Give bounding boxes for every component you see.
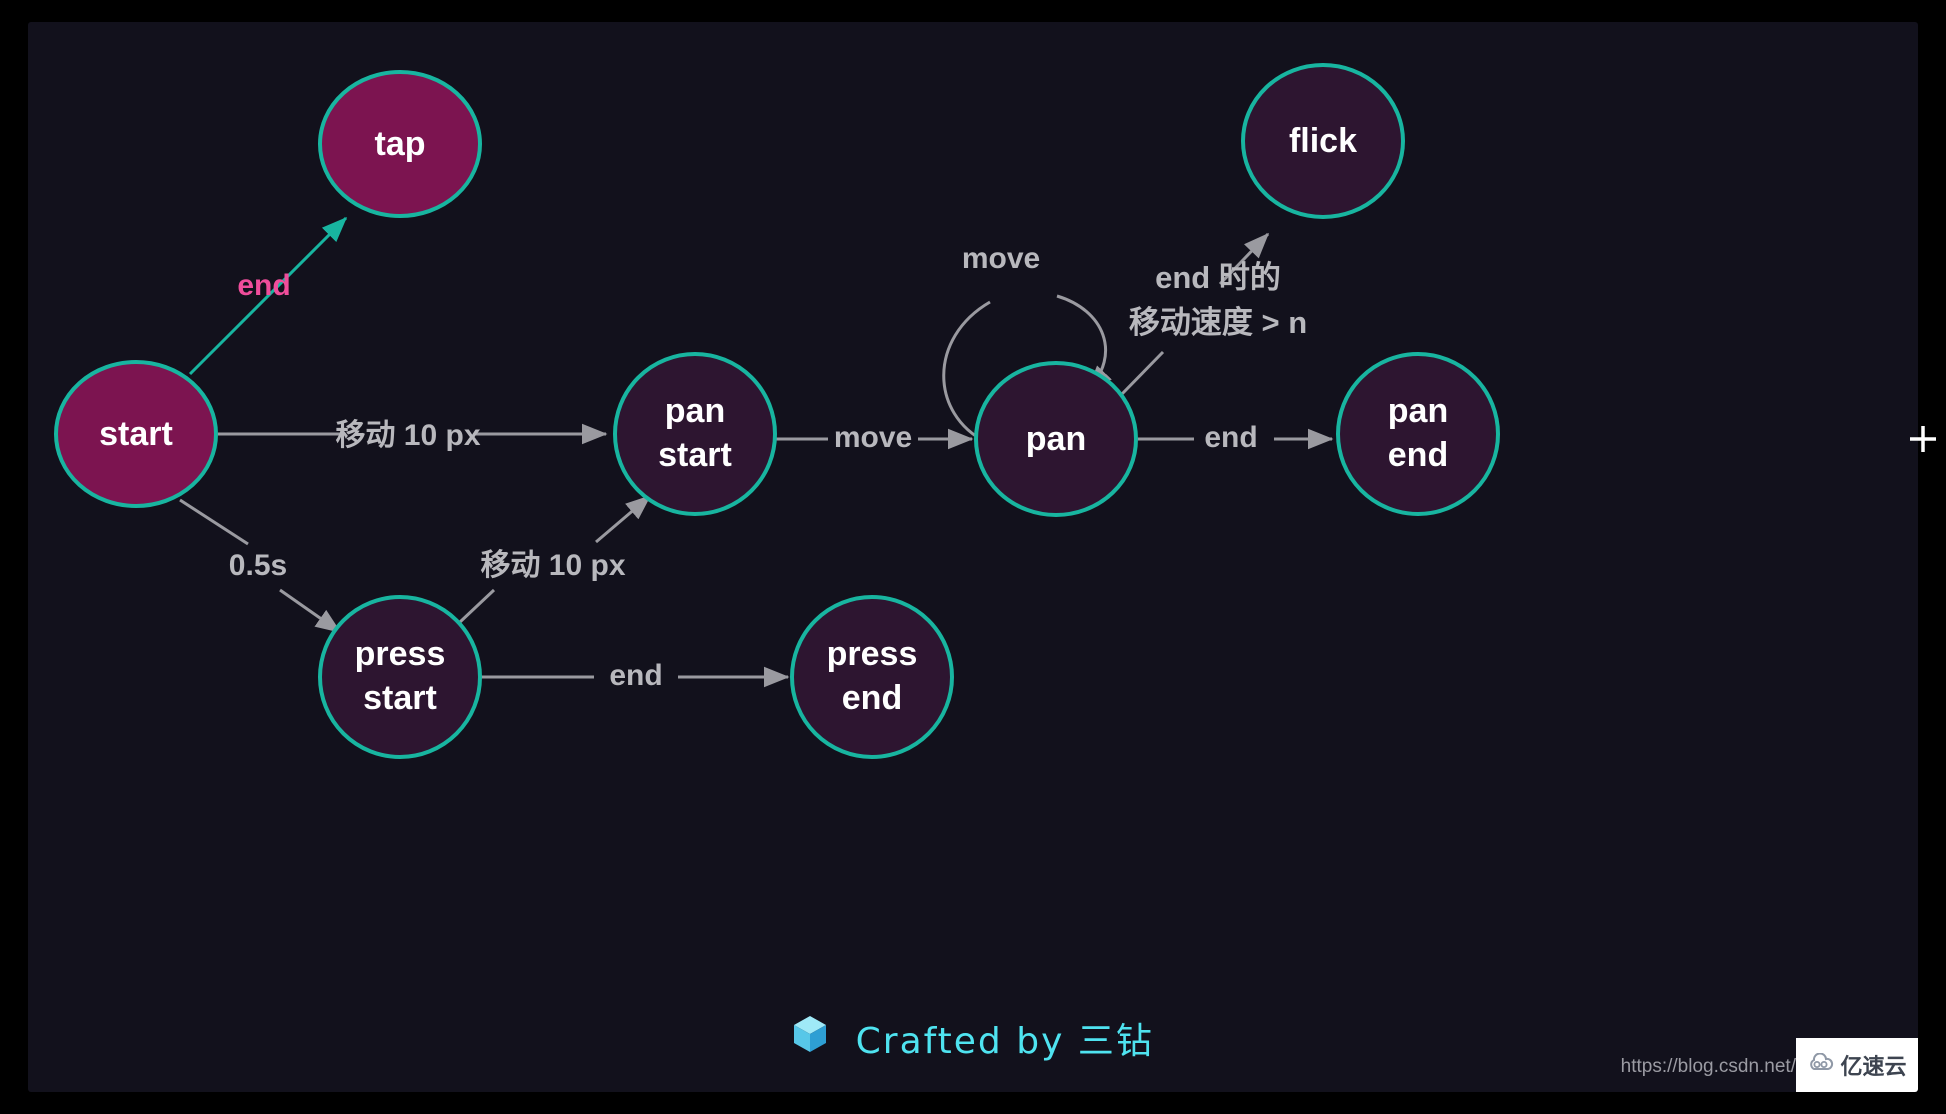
edge-start-to-pan-start: 移动 10 px — [218, 419, 608, 452]
edge-pan-start-to-pan: move — [776, 421, 974, 454]
node-press-end[interactable]: press end — [790, 595, 954, 759]
node-flick-label: flick — [1289, 122, 1357, 160]
edge-label-press-start-to-press-end: end — [609, 659, 662, 692]
node-pan-start-label-line2: start — [658, 436, 732, 474]
node-pan-end[interactable]: pan end — [1336, 352, 1500, 516]
edge-start-to-press-start: 0.5s — [179, 498, 342, 634]
node-pan-start-label-line1: pan — [665, 392, 725, 430]
node-press-start-label-line1: press — [355, 635, 446, 673]
watermark-badge: 亿速云 — [1796, 1038, 1918, 1092]
edge-pan-to-flick: end 时的 移动速度 > n — [1120, 232, 1307, 396]
edge-label-pan-to-flick-line2: 移动速度 > n — [1129, 305, 1307, 340]
state-machine-graph: end 移动 10 px 0.5s 移动 10 px end move move… — [54, 63, 1500, 759]
node-pan-end-shape[interactable] — [1336, 352, 1500, 516]
node-press-end-label-line1: press — [827, 635, 918, 673]
edge-label-press-start-to-pan-start: 移动 10 px — [480, 549, 625, 582]
cloud-icon — [1807, 1052, 1835, 1078]
watermark-badge-text: 亿速云 — [1840, 1055, 1907, 1080]
node-pan-label: pan — [1026, 420, 1086, 458]
node-flick[interactable]: flick — [1241, 63, 1405, 219]
node-pan[interactable]: pan — [974, 361, 1138, 517]
node-press-start[interactable]: press start — [318, 595, 482, 759]
watermark-url: https://blog.csdn.net/ — [1620, 1056, 1796, 1077]
node-start-label: start — [99, 415, 173, 453]
edge-label-start-to-tap: end — [237, 269, 290, 302]
edge-pan-to-pan-end: end — [1138, 421, 1334, 454]
edge-label-start-to-pan-start: 移动 10 px — [335, 419, 480, 452]
node-press-end-label-line2: end — [842, 679, 902, 717]
screenshot-root: end 移动 10 px 0.5s 移动 10 px end move move… — [0, 0, 1946, 1114]
footer-text: Crafted by 三钻 — [855, 1021, 1154, 1062]
cube-icon — [792, 1014, 828, 1063]
edge-start-to-tap: end — [188, 216, 348, 376]
edge-press-start-to-press-end: end — [480, 659, 790, 692]
node-pan-end-label-line1: pan — [1388, 392, 1448, 430]
node-start[interactable]: start — [54, 360, 218, 508]
node-press-start-label-line2: start — [363, 679, 437, 717]
edge-press-start-to-pan-start: 移动 10 px — [458, 494, 652, 624]
node-tap-label: tap — [375, 125, 426, 163]
node-pan-start[interactable]: pan start — [613, 352, 777, 516]
node-pan-end-label-line2: end — [1388, 436, 1448, 474]
node-pan-start-shape[interactable] — [613, 352, 777, 516]
edge-label-start-to-press-start: 0.5s — [229, 549, 287, 582]
node-tap[interactable]: tap — [318, 70, 482, 218]
edge-label-pan-to-flick-line1: end 时的 — [1155, 260, 1281, 295]
diagram-canvas: end 移动 10 px 0.5s 移动 10 px end move move… — [28, 22, 1918, 1092]
edge-label-pan-start-to-pan: move — [834, 421, 912, 454]
node-press-end-shape[interactable] — [790, 595, 954, 759]
edge-label-pan-self-loop: move — [962, 242, 1040, 275]
edge-label-pan-to-pan-end: end — [1204, 421, 1257, 454]
node-press-start-shape[interactable] — [318, 595, 482, 759]
